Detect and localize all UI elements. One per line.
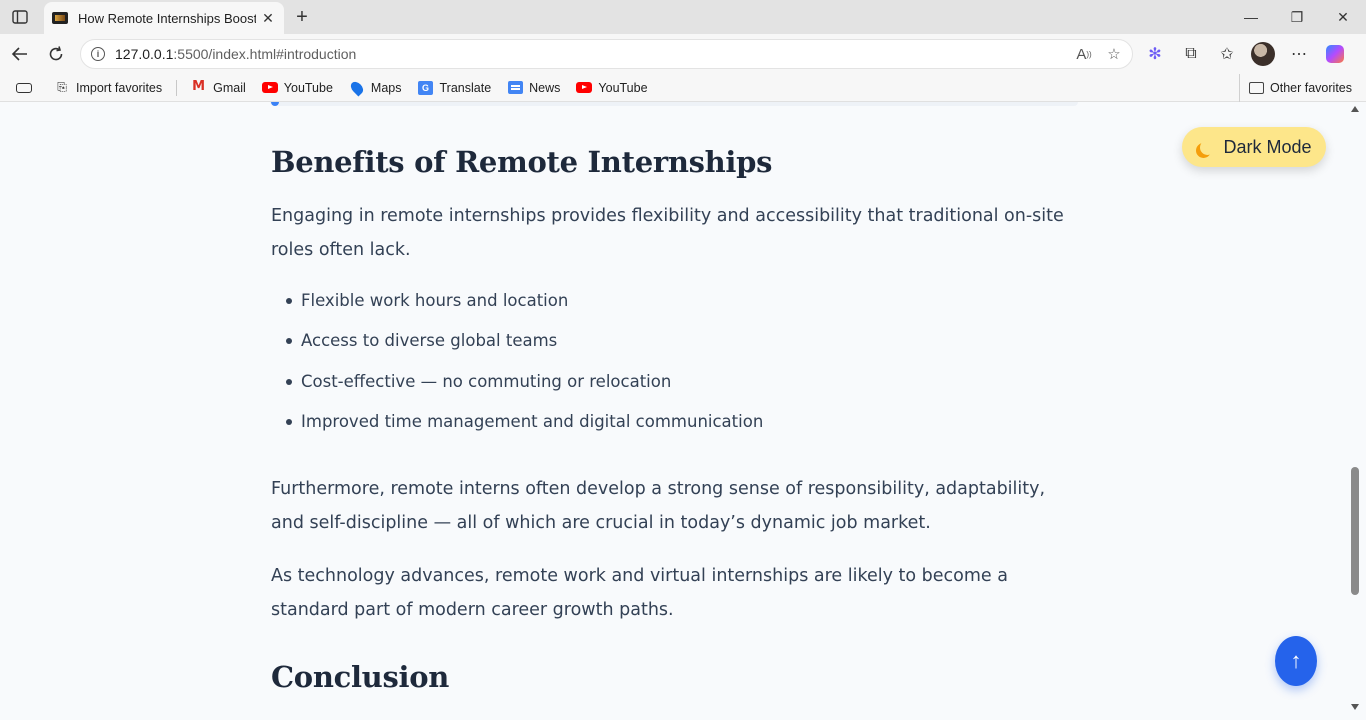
benefits-heading: Benefits of Remote Internships [271,145,773,179]
extensions-icon[interactable]: ⧉ [1178,41,1204,67]
favorite-label: YouTube [283,80,333,95]
tab-actions-button[interactable] [8,6,32,28]
page-viewport: Benefits of Remote Internships Engaging … [0,102,1366,720]
favorite-label: Maps [370,80,402,95]
close-window-button[interactable]: ✕ [1320,0,1366,34]
article-content: Benefits of Remote Internships Engaging … [271,138,1081,701]
other-favorites-button[interactable]: Other favorites [1239,73,1366,102]
import-favorites-link[interactable]: ⎘ Import favorites [46,74,170,102]
arrow-up-icon: ↑ [1290,648,1302,673]
favorite-translate[interactable]: G Translate [410,74,500,102]
favorite-youtube[interactable]: YouTube [254,74,341,102]
furthermore-paragraph: Furthermore, remote interns often develo… [271,479,1046,533]
active-tab[interactable]: How Remote Internships Boost Career ✕ [44,2,284,34]
favorites-bar: ⎘ Import favorites Gmail YouTube Maps G … [0,73,1366,102]
address-bar-actions: A)) ☆ [1074,44,1124,64]
window-controls: — ❐ ✕ [1228,0,1366,34]
profile-button[interactable] [1250,41,1276,67]
toolbar-icons: ✻ ⧉ ✩ ⋯ [1142,41,1348,67]
youtube-icon [261,81,278,95]
favorite-maps[interactable]: Maps [341,74,410,102]
minimize-button[interactable]: — [1228,0,1274,34]
list-item: Access to diverse global teams [286,324,1081,364]
scroll-up-icon[interactable] [1351,106,1359,112]
scroll-down-icon[interactable] [1351,704,1359,710]
dark-mode-label: Dark Mode [1223,136,1312,157]
previous-section-card [270,102,1078,106]
tab-title: How Remote Internships Boost Career [78,10,256,26]
folder-icon [1248,81,1264,95]
gmail-icon [191,79,207,95]
refresh-icon [49,46,63,61]
scrollbar-thumb[interactable] [1351,467,1359,595]
copilot-sidebar-icon[interactable]: ✻ [1142,41,1168,67]
maps-icon [348,79,366,96]
page-scrollbar[interactable] [1348,102,1362,720]
new-tab-button[interactable]: + [290,5,314,29]
youtube-icon [576,81,593,95]
list-item: Improved time management and digital com… [286,405,1081,445]
favorites-divider [176,79,178,96]
import-favorites-label: Import favorites [76,80,163,95]
list-item: Cost-effective — no commuting or relocat… [286,365,1081,405]
favorite-label: News [529,80,561,95]
dark-mode-toggle[interactable]: Dark Mode [1182,127,1326,167]
favorite-label: Gmail [213,80,246,95]
benefits-list: Flexible work hours and location Access … [271,284,1081,445]
star-icon[interactable]: ☆ [1104,44,1124,64]
browser-toolbar: i 127.0.0.1:5500/index.html#introduction… [0,34,1366,74]
info-icon[interactable]: i [91,47,105,61]
card-icon [16,82,32,93]
restore-button[interactable]: ❐ [1274,0,1320,34]
favorite-gmail[interactable]: Gmail [183,74,254,102]
other-favorites-label: Other favorites [1270,80,1352,95]
conclusion-heading: Conclusion [271,660,450,695]
favorites-icon[interactable]: ✩ [1214,41,1240,67]
favorite-youtube-2[interactable]: YouTube [568,74,655,102]
read-aloud-icon[interactable]: A)) [1074,44,1094,64]
list-item: Flexible work hours and location [286,284,1081,324]
favorite-label: YouTube [598,80,648,95]
more-icon[interactable]: ⋯ [1286,41,1312,67]
address-bar[interactable]: i 127.0.0.1:5500/index.html#introduction… [80,39,1133,69]
back-to-top-button[interactable]: ↑ [1275,636,1317,686]
favorite-label: Translate [439,80,492,95]
tab-favicon-icon [52,12,68,24]
benefits-intro-paragraph: Engaging in remote internships provides … [271,206,1064,260]
back-button[interactable] [8,42,32,66]
import-icon: ⎘ [57,80,67,94]
tab-close-icon[interactable]: ✕ [260,10,276,26]
news-icon [507,81,523,95]
avatar [1251,42,1275,66]
favorites-menu-button[interactable] [0,74,46,102]
url-path: :5500/index.html#introduction [173,46,357,62]
moon-icon [1200,140,1215,155]
favorite-news[interactable]: News [499,74,568,102]
url-host: 127.0.0.1 [115,46,174,62]
url-text: 127.0.0.1:5500/index.html#introduction [115,46,356,62]
technology-paragraph: As technology advances, remote work and … [271,566,1008,620]
refresh-button[interactable] [44,42,68,66]
sidebar-toggle-icon [12,10,28,24]
copilot-icon[interactable] [1322,41,1348,67]
translate-icon: G [418,80,434,95]
back-icon [11,47,27,61]
tab-strip: How Remote Internships Boost Career ✕ + … [0,0,1366,34]
